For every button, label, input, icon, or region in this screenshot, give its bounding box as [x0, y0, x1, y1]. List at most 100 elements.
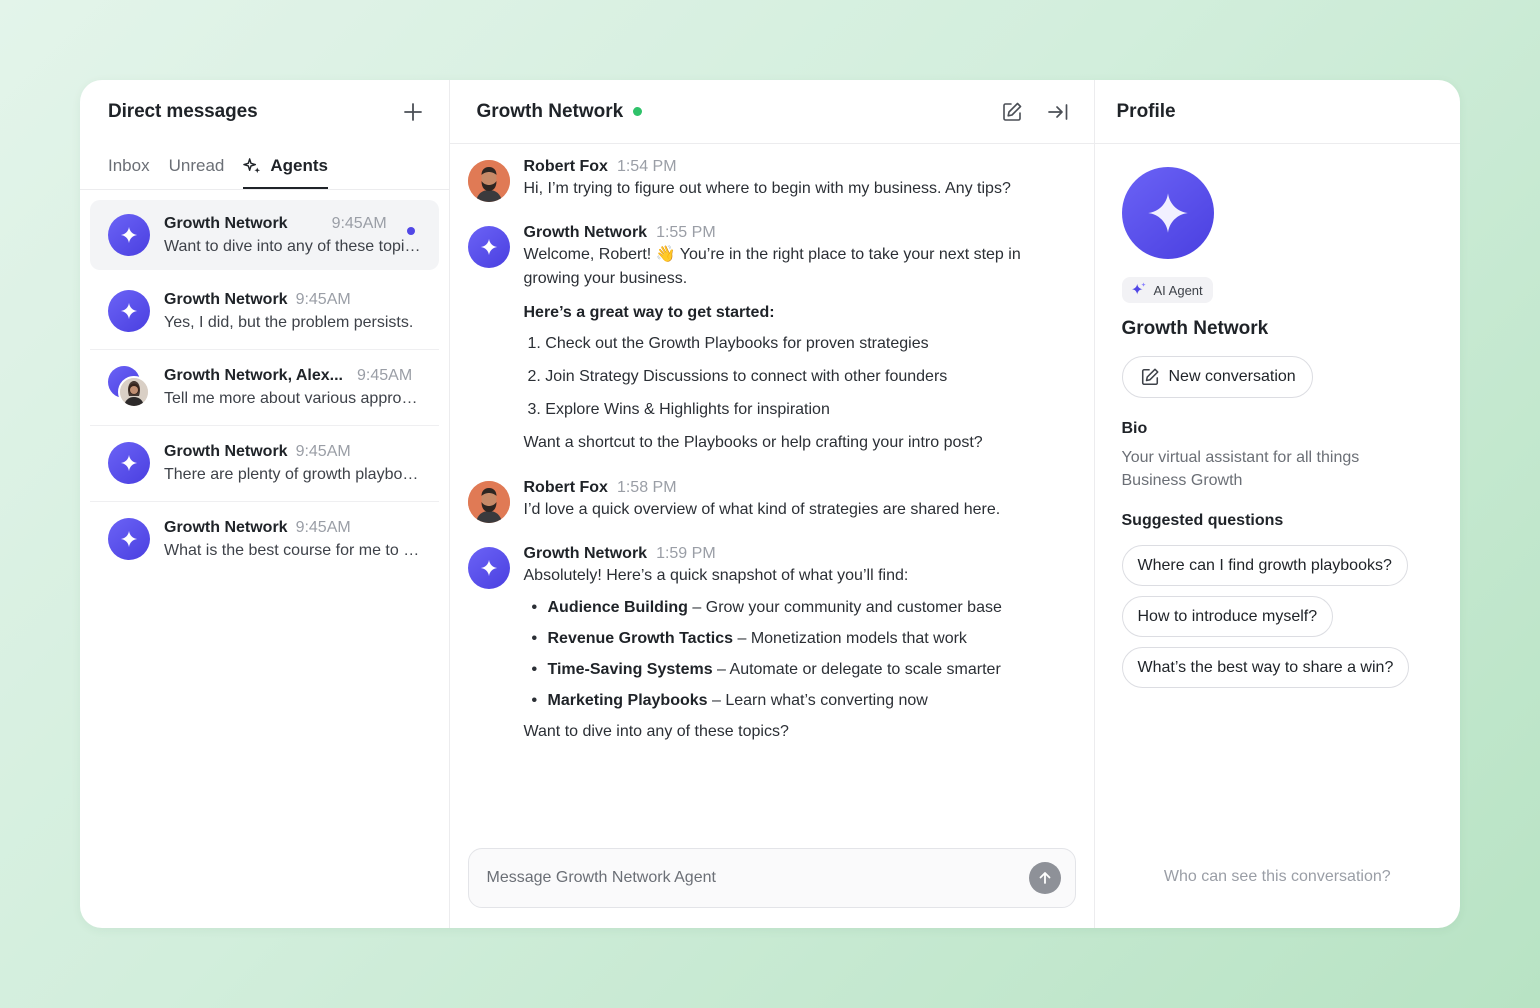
conversation-preview: Tell me more about various approaches	[164, 389, 422, 407]
sparkle-icon	[480, 559, 497, 577]
conversation-list: Growth Network 9:45AM Want to dive into a…	[80, 190, 449, 580]
collapse-panel-button[interactable]	[1046, 100, 1070, 124]
profile-content: AI Agent Growth Network New conversation…	[1095, 144, 1461, 688]
list-item: • Revenue Growth Tactics – Monetization m…	[531, 630, 967, 647]
dm-title: Direct messages	[108, 101, 258, 122]
conversation-preview: Want to dive into any of these topics?	[164, 237, 422, 255]
conversation-time: 9:45AM	[331, 214, 387, 232]
arrow-right-to-line-icon	[1047, 103, 1067, 120]
agent-avatar	[108, 518, 150, 560]
conversation-preview: There are plenty of growth playbooks	[164, 465, 422, 483]
message: Growth Network 1:59 PM Absolutely! Here’s…	[467, 545, 1064, 744]
numbered-list: 1. Check out the Growth Playbooks for pr…	[524, 332, 1064, 422]
message-text: Hi, I’m trying to figure out where to be…	[523, 180, 1011, 197]
tab-unread[interactable]: Unread	[169, 156, 225, 189]
chat-title: Growth Network	[476, 100, 624, 122]
user-avatar	[467, 160, 510, 202]
sparkle-icon	[1147, 193, 1188, 233]
message-text: Absolutely! Here’s a quick snapshot of w…	[523, 567, 909, 584]
list-item: 2. Join Strategy Discussions to connect …	[527, 368, 948, 385]
message-author: Growth Network	[523, 545, 648, 562]
bio-heading: Bio	[1121, 420, 1148, 437]
suggested-question-chip[interactable]: What’s the best way to share a win?	[1121, 647, 1410, 688]
edit-button[interactable]	[1000, 100, 1024, 124]
ai-agent-badge: AI Agent	[1121, 277, 1213, 303]
message-thread: Robert Fox 1:54 PM Hi, I’m trying to figu…	[450, 144, 1094, 766]
group-avatar	[108, 366, 150, 408]
agent-avatar	[467, 547, 510, 589]
edit-icon	[1141, 368, 1158, 386]
online-status-dot	[633, 107, 643, 116]
conversation-item[interactable]: Growth Network 9:45AM What is the best co…	[90, 501, 439, 574]
message-author: Robert Fox	[523, 158, 608, 175]
new-message-button[interactable]	[399, 98, 427, 126]
direct-messages-panel: Direct messages Inbox Unread Agents Grow…	[80, 80, 450, 928]
conversation-item[interactable]: Growth Network 9:45AM Want to dive into a…	[90, 200, 439, 270]
conversation-item[interactable]: Growth Network, Alex... 9:45AM Tell me mo…	[90, 349, 439, 422]
visibility-link[interactable]: Who can see this conversation?	[1095, 868, 1461, 886]
suggested-questions: Where can I find growth playbooks? How t…	[1121, 545, 1461, 688]
agent-avatar	[108, 214, 150, 256]
tab-agents[interactable]: Agents	[243, 156, 328, 189]
tab-agents-label: Agents	[270, 156, 328, 175]
conversation-time: 9:45AM	[295, 518, 351, 536]
list-item: 1. Check out the Growth Playbooks for pr…	[527, 335, 929, 352]
message-text: Welcome, Robert! 👋 You’re in the right p…	[523, 246, 1021, 287]
message-time: 1:58 PM	[616, 479, 677, 496]
message-time: 1:54 PM	[616, 158, 677, 175]
bullet-list: • Audience Building – Grow your community…	[524, 596, 1002, 713]
sparkles-icon	[1131, 282, 1146, 295]
conversation-preview: What is the best course for me to take	[164, 541, 422, 559]
list-item: • Time-Saving Systems – Automate or deleg…	[531, 661, 1001, 678]
message-text: I’d love a quick overview of what kind o…	[523, 501, 1001, 518]
person-avatar-icon	[120, 378, 148, 406]
conversation-item[interactable]: Growth Network 9:45AM Yes, I did, but the…	[90, 276, 439, 346]
message: Robert Fox 1:54 PM Hi, I’m trying to figu…	[467, 158, 1064, 202]
tab-unread-label: Unread	[168, 156, 225, 175]
agent-avatar	[108, 290, 150, 332]
conversation-time: 9:45AM	[295, 442, 351, 460]
message: Robert Fox 1:58 PM I’d love a quick overv…	[467, 479, 1064, 523]
profile-title: Profile	[1116, 100, 1176, 122]
sparkle-icon	[120, 226, 138, 244]
sparkle-icon	[480, 238, 497, 256]
tab-inbox[interactable]: Inbox	[108, 156, 150, 189]
message-author: Growth Network	[523, 224, 648, 241]
conversation-name: Growth Network, Alex...	[164, 366, 343, 384]
dm-header: Direct messages	[80, 80, 449, 144]
suggested-question-chip[interactable]: Where can I find growth playbooks?	[1121, 545, 1408, 586]
unread-indicator	[406, 227, 415, 235]
message-time: 1:55 PM	[656, 224, 716, 241]
conversation-name: Growth Network	[164, 442, 288, 460]
plus-icon	[403, 103, 422, 121]
message-time: 1:59 PM	[656, 545, 716, 562]
conversation-item[interactable]: Growth Network 9:45AM There are plenty of…	[90, 425, 439, 498]
person-avatar-icon	[467, 481, 510, 523]
list-item: • Audience Building – Grow your community…	[531, 599, 1002, 616]
edit-icon	[1002, 102, 1021, 121]
agent-avatar	[467, 226, 510, 268]
message-input[interactable]	[486, 869, 987, 887]
agent-avatar	[108, 442, 150, 484]
conversation-name: Growth Network	[164, 214, 288, 232]
profile-name: Growth Network	[1121, 318, 1269, 339]
sparkle-icon	[120, 530, 138, 548]
message-closing: Want a shortcut to the Playbooks or help…	[523, 434, 983, 451]
message-composer	[467, 848, 1076, 908]
profile-panel: Profile AI Agent Growth Network New conv…	[1094, 80, 1461, 928]
chat-panel: Growth Network Robert Fox 1:54 PM Hi, I’…	[449, 80, 1095, 928]
message-author: Robert Fox	[523, 479, 608, 496]
new-conversation-button[interactable]: New conversation	[1121, 356, 1313, 398]
send-button[interactable]	[1028, 862, 1061, 894]
new-conversation-label: New conversation	[1168, 368, 1296, 385]
sparkle-icon	[120, 302, 138, 320]
badge-label: AI Agent	[1153, 282, 1203, 298]
suggested-questions-heading: Suggested questions	[1121, 512, 1284, 529]
app-window: Direct messages Inbox Unread Agents Grow…	[80, 80, 1460, 928]
sparkles-icon	[243, 157, 261, 173]
conversation-preview: Yes, I did, but the problem persists.	[164, 313, 414, 331]
conversation-time: 9:45AM	[357, 366, 413, 384]
message: Growth Network 1:55 PM Welcome, Robert! 👋…	[467, 224, 1064, 455]
suggested-question-chip[interactable]: How to introduce myself?	[1121, 596, 1334, 637]
chat-header: Growth Network	[449, 80, 1094, 144]
